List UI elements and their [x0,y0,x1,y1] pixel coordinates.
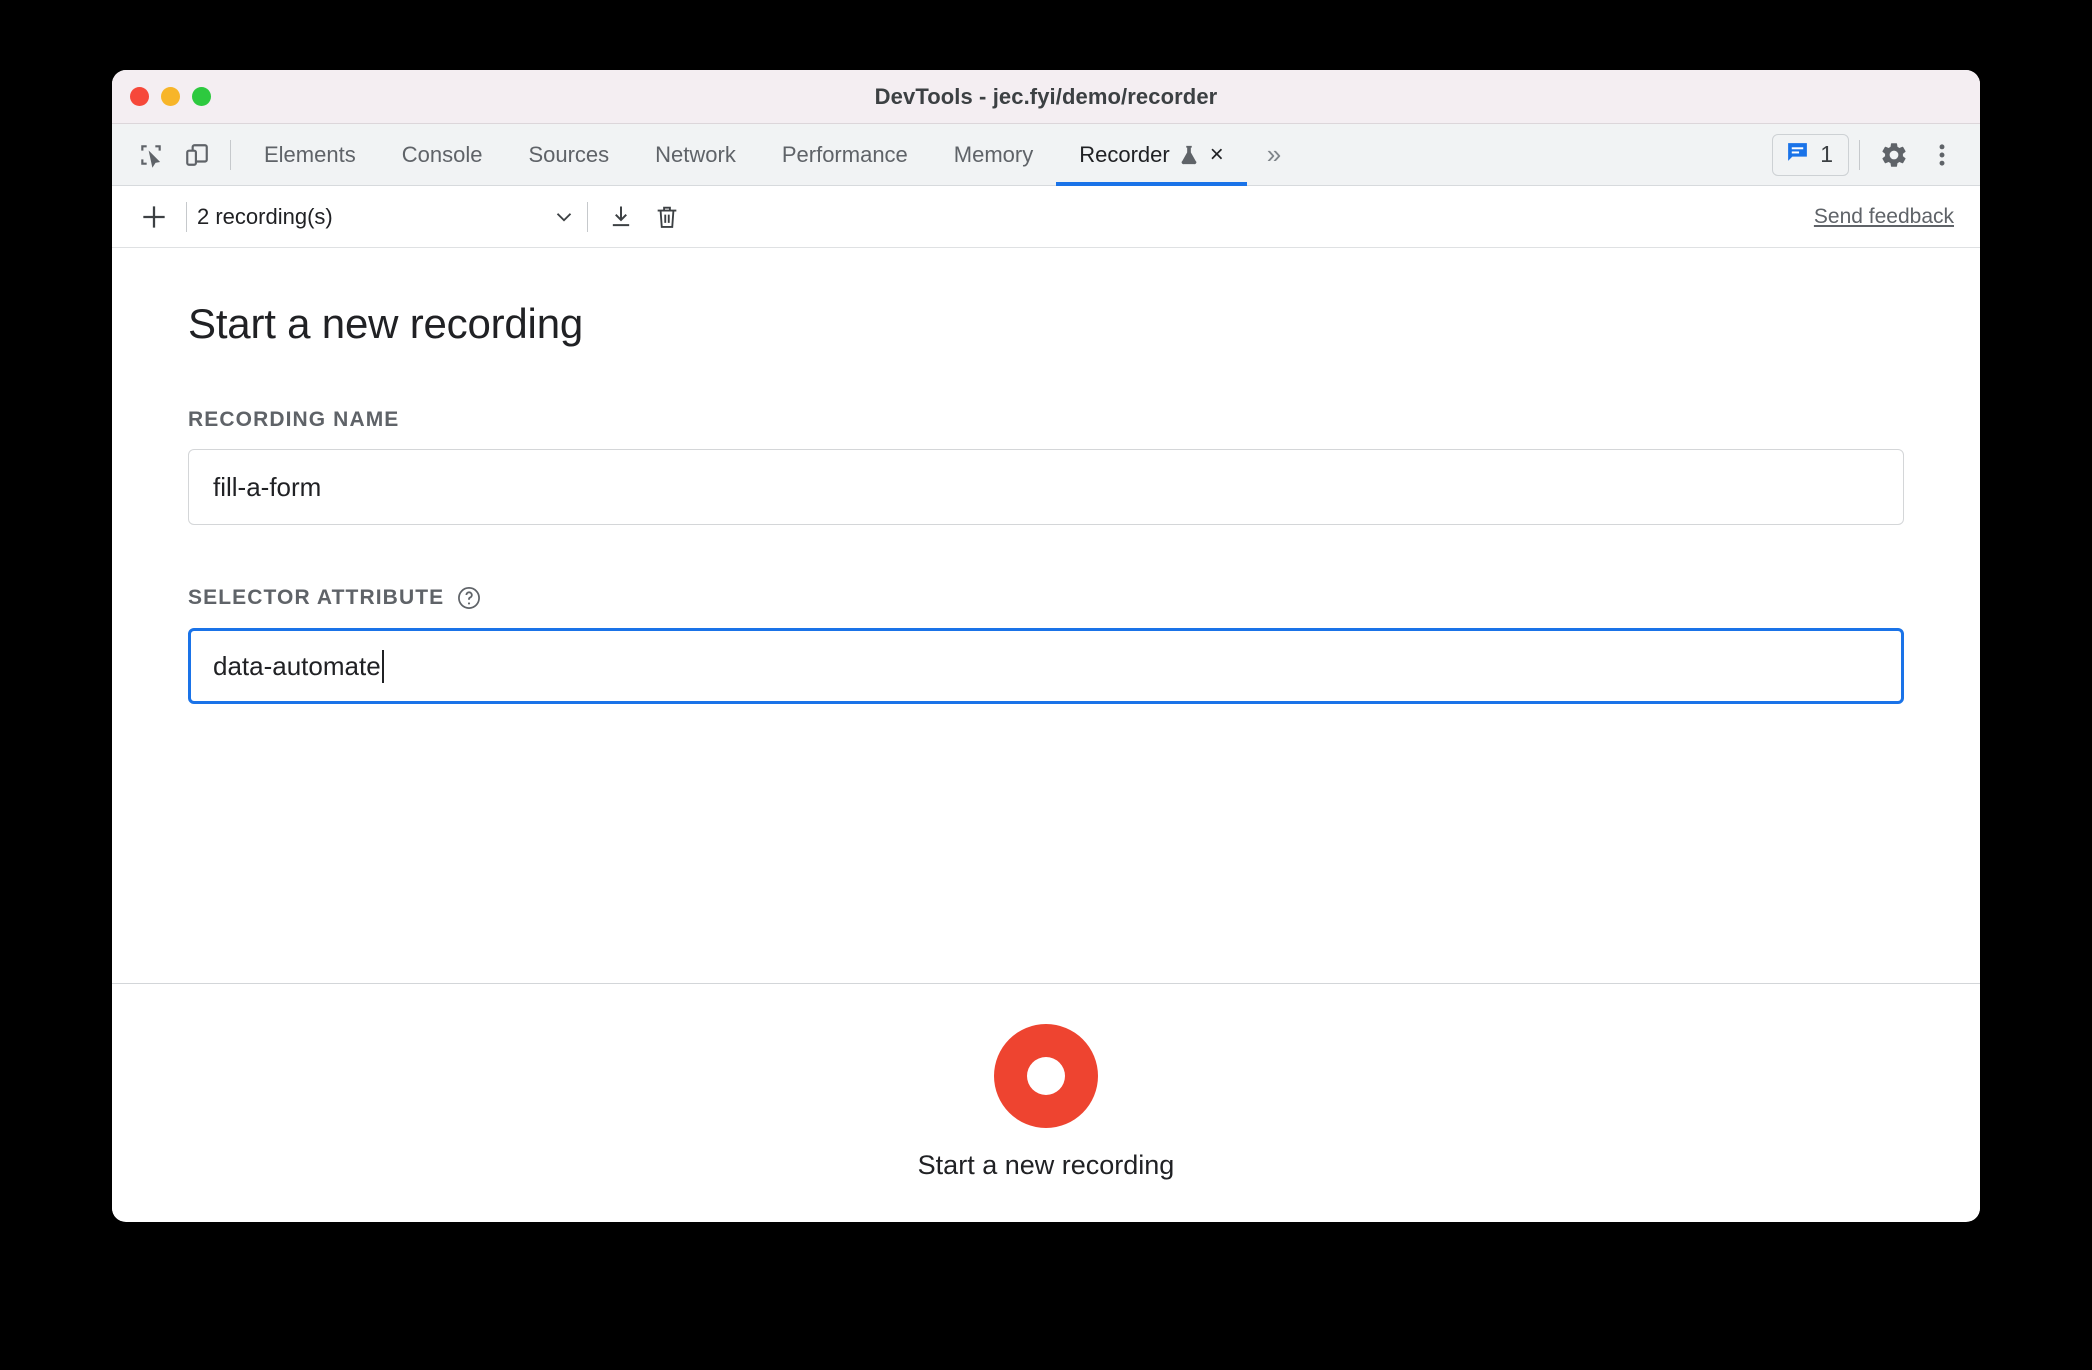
text-caret [381,649,384,683]
tab-label: Elements [264,141,356,167]
tab-performance[interactable]: Performance [759,124,931,186]
zoom-window-button[interactable] [192,87,211,106]
trash-icon[interactable] [644,194,690,240]
tabbar-right-divider [1859,139,1860,170]
recording-name-label: RECORDING NAME [188,408,1904,432]
send-feedback-link[interactable]: Send feedback [1814,205,1954,229]
selector-attribute-value: data-automate [213,650,381,681]
selector-attribute-label: SELECTOR ATTRIBUTE [188,585,1904,611]
more-tabs-icon[interactable]: » [1247,139,1301,170]
tab-label: Console [401,141,483,167]
chevron-down-icon [551,204,577,230]
issues-counter-button[interactable]: 1 [1772,133,1849,176]
tab-recorder[interactable]: Recorder × [1056,124,1247,186]
panel-tabs: Elements Console Sources Network Perform… [241,124,1247,186]
experimental-flask-icon [1178,144,1200,166]
start-recording-footer: Start a new recording [112,983,1980,1221]
recordings-select[interactable]: 2 recording(s) [197,204,577,230]
recording-name-field-group: RECORDING NAME fill-a-form [188,408,1904,525]
tab-memory[interactable]: Memory [931,124,1056,186]
tab-label: Sources [528,141,610,167]
page-title: Start a new recording [188,300,584,347]
recorder-toolbar-divider-1 [186,201,187,232]
toolbar-divider [230,139,231,170]
recording-name-input[interactable]: fill-a-form [188,449,1904,525]
tab-sources[interactable]: Sources [505,124,632,186]
tab-label: Performance [781,141,908,167]
record-button-label: Start a new recording [917,1150,1175,1180]
window-title: DevTools - jec.fyi/demo/recorder [874,83,1218,109]
tab-network[interactable]: Network [632,124,759,186]
download-icon[interactable] [598,194,644,240]
more-options-icon[interactable] [1918,131,1966,179]
devtools-window: DevTools - jec.fyi/demo/recorder Element… [112,70,1980,1222]
close-tab-icon[interactable]: × [1210,142,1224,167]
selector-attribute-field-group: SELECTOR ATTRIBUTE data-automate [188,585,1904,704]
settings-gear-icon[interactable] [1870,131,1918,179]
issues-message-icon [1785,140,1810,170]
issues-count-label: 1 [1820,141,1833,167]
devtools-tabbar: Elements Console Sources Network Perform… [112,124,1980,186]
traffic-lights [130,87,211,106]
window-titlebar: DevTools - jec.fyi/demo/recorder [112,70,1980,124]
recorder-main-content: Start a new recording RECORDING NAME fil… [112,248,1980,983]
selector-attribute-input[interactable]: data-automate [188,628,1904,704]
minimize-window-button[interactable] [161,87,180,106]
add-recording-icon[interactable] [132,195,176,239]
close-window-button[interactable] [130,87,149,106]
tab-label: Memory [953,141,1034,167]
inspect-element-icon[interactable] [128,132,174,178]
recorder-toolbar-divider-2 [587,201,588,232]
record-button[interactable] [994,1024,1098,1128]
field-label-text: SELECTOR ATTRIBUTE [188,586,445,609]
tab-label: Recorder [1079,141,1170,167]
tab-console[interactable]: Console [379,124,506,186]
tab-elements[interactable]: Elements [241,124,379,186]
tab-label: Network [655,141,736,167]
recorder-toolbar: 2 recording(s) Send feedback [112,186,1980,248]
help-icon[interactable] [456,585,482,611]
record-button-center [1027,1057,1065,1095]
tabbar-right-controls: 1 [1772,131,1966,179]
recordings-count-label: 2 recording(s) [197,203,333,229]
field-label-text: RECORDING NAME [188,408,400,431]
recording-name-value: fill-a-form [213,471,322,502]
device-toolbar-icon[interactable] [174,132,220,178]
